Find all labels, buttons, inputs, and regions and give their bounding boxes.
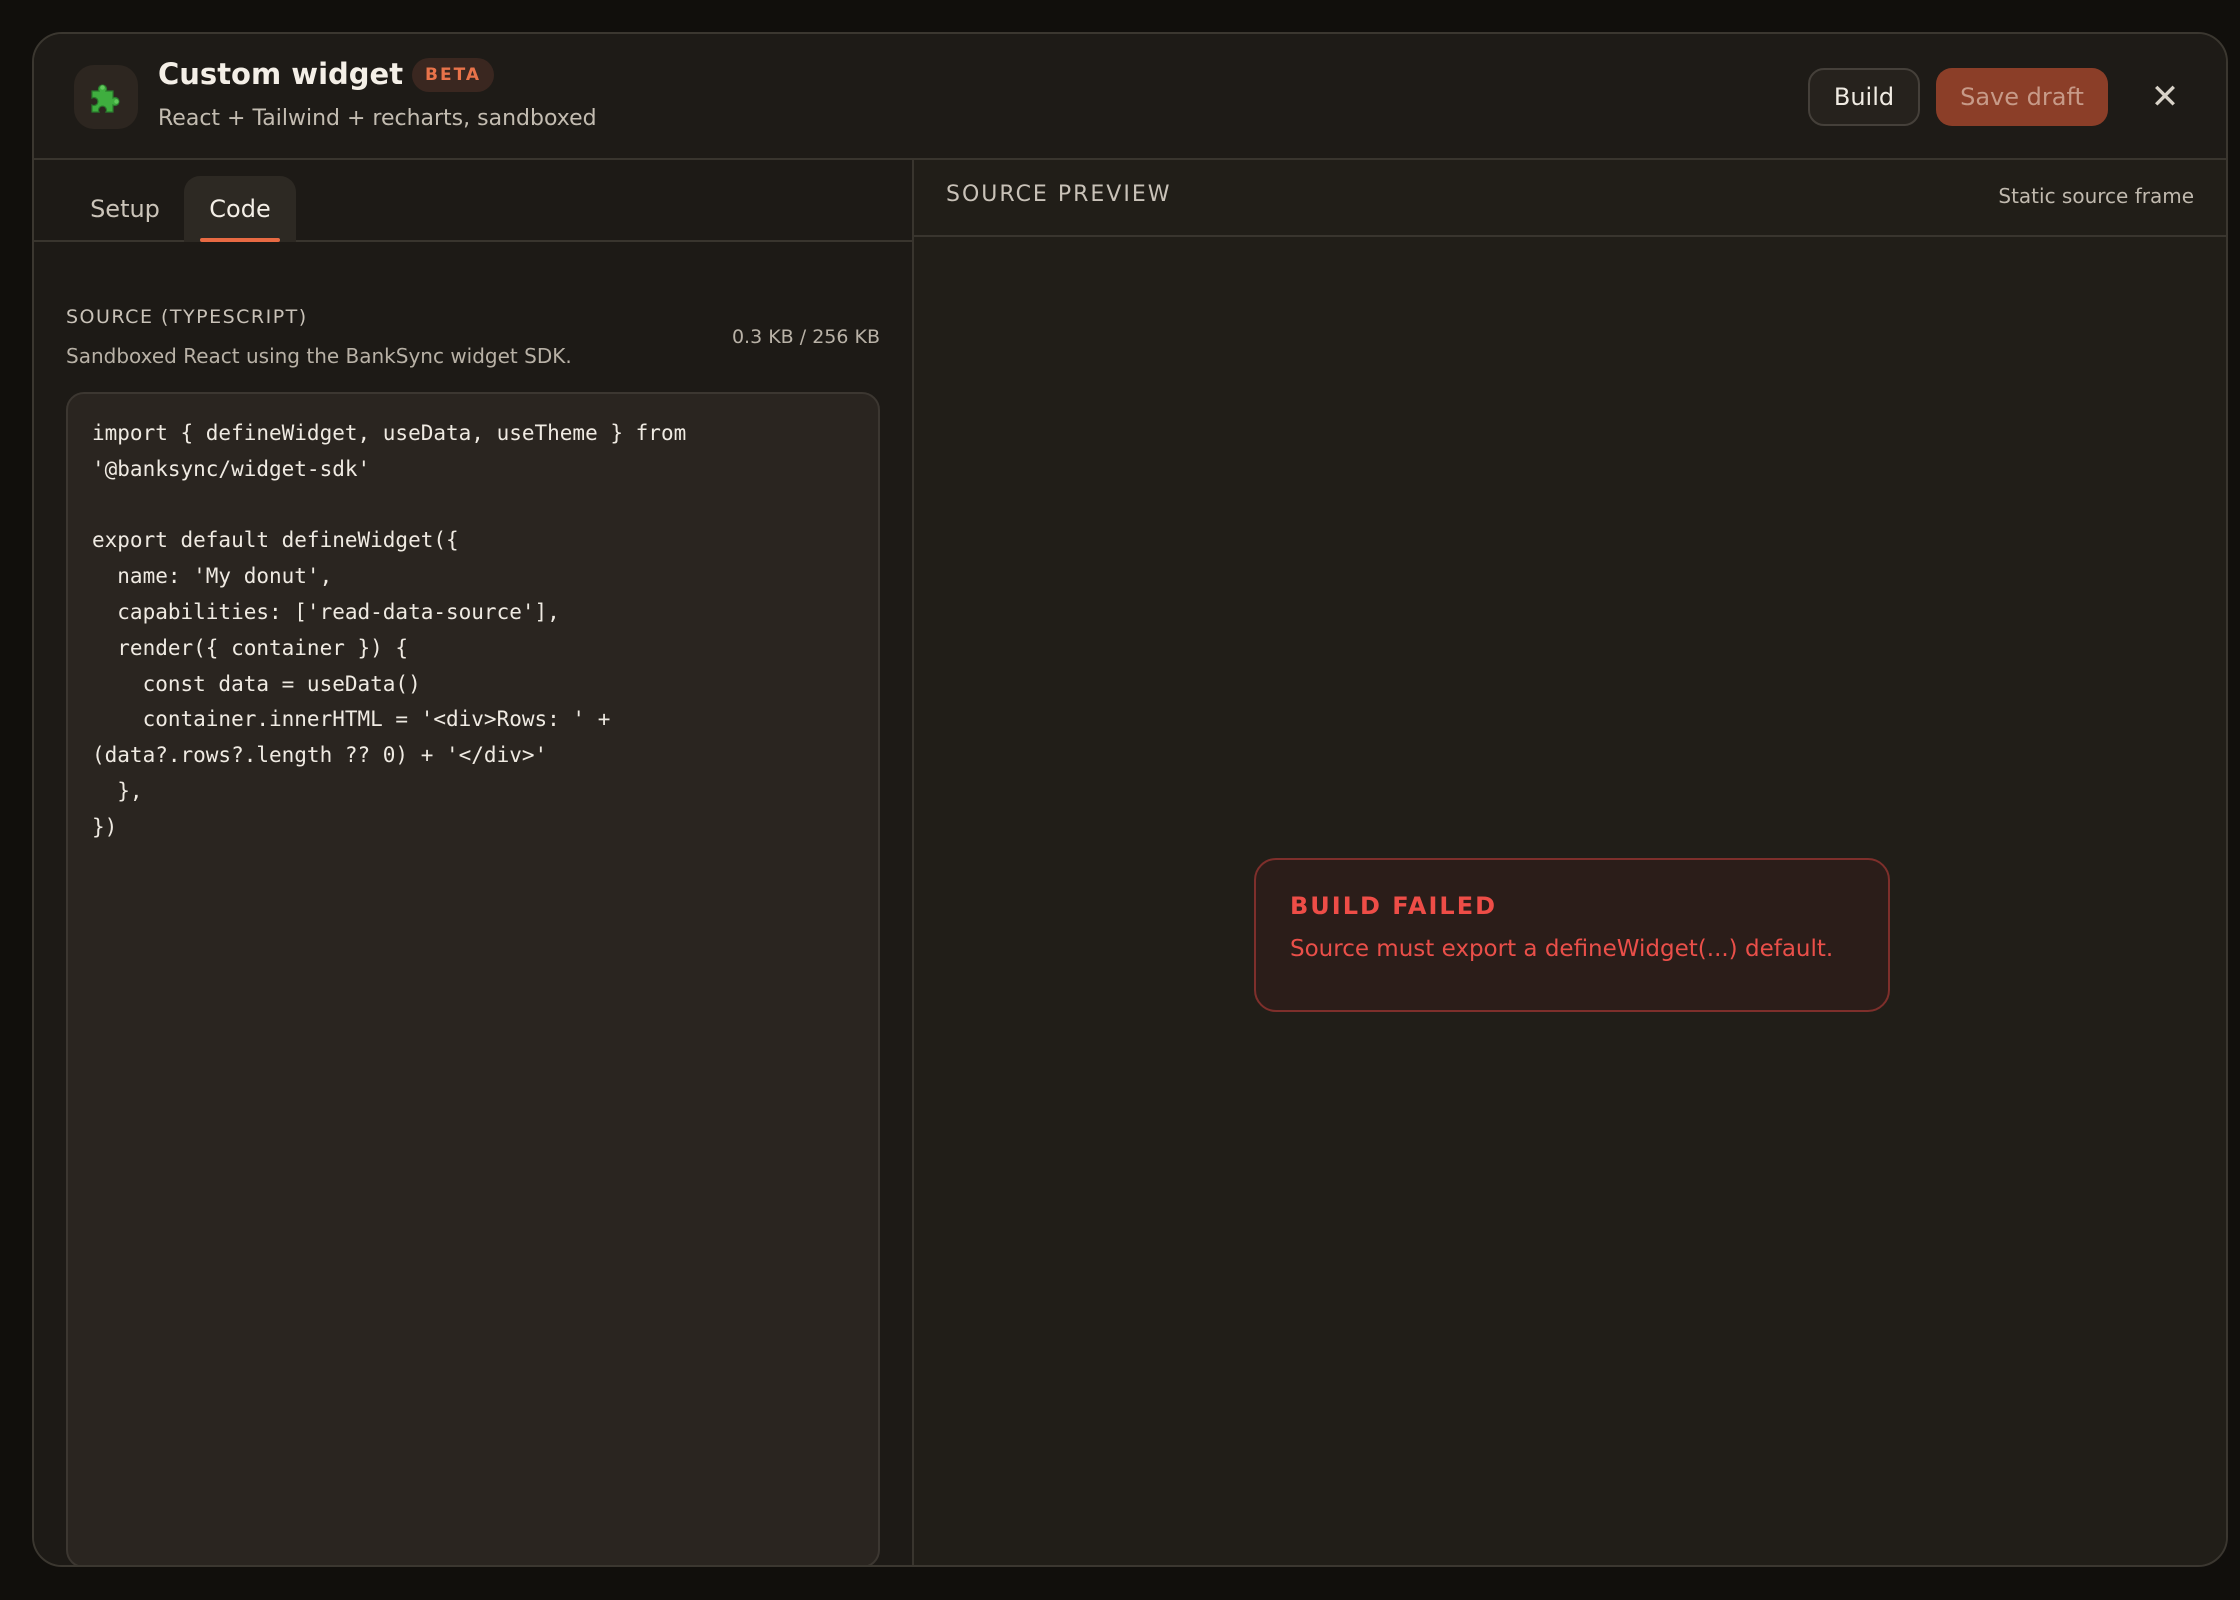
dialog-subtitle: React + Tailwind + recharts, sandboxed — [158, 106, 597, 131]
build-button[interactable]: Build — [1808, 68, 1920, 126]
code-editor[interactable]: import { defineWidget, useData, useTheme… — [66, 392, 880, 1565]
tab-code[interactable]: Code — [184, 176, 296, 242]
preview-title: SOURCE PREVIEW — [946, 182, 1172, 207]
dialog-title: Custom widget — [158, 57, 404, 91]
source-code[interactable]: import { defineWidget, useData, useTheme… — [92, 416, 854, 846]
tab-setup[interactable]: Setup — [68, 176, 182, 242]
close-button[interactable]: ✕ — [2142, 74, 2188, 120]
source-description: Sandboxed React using the BankSync widge… — [66, 344, 572, 368]
beta-badge: BETA — [412, 58, 495, 92]
error-message: Source must export a defineWidget(...) d… — [1290, 935, 1834, 962]
editor-pane: Setup Code SOURCE (TYPESCRIPT) Sandboxed… — [34, 160, 914, 1565]
custom-widget-dialog: Custom widget BETA React + Tailwind + re… — [32, 32, 2228, 1567]
puzzle-piece-icon — [74, 65, 138, 129]
close-icon: ✕ — [2150, 77, 2180, 117]
error-title: BUILD FAILED — [1290, 892, 1498, 920]
active-tab-indicator — [200, 238, 280, 242]
save-draft-button[interactable]: Save draft — [1936, 68, 2108, 126]
tab-bar: Setup Code — [34, 160, 912, 242]
dialog-header: Custom widget BETA React + Tailwind + re… — [34, 34, 2226, 160]
source-label: SOURCE (TYPESCRIPT) — [66, 306, 308, 328]
preview-pane: SOURCE PREVIEW Static source frame BUILD… — [914, 160, 2226, 1565]
preview-header: SOURCE PREVIEW Static source frame — [914, 160, 2226, 237]
preview-frame-label: Static source frame — [1998, 184, 2194, 208]
source-size: 0.3 KB / 256 KB — [731, 326, 880, 348]
build-error-card: BUILD FAILED Source must export a define… — [1254, 858, 1890, 1012]
